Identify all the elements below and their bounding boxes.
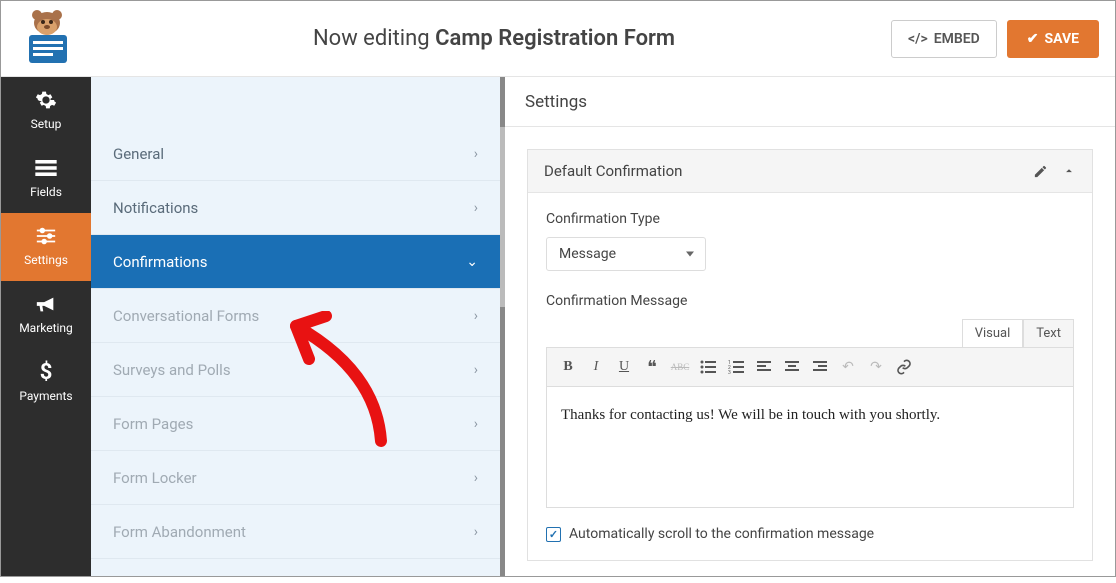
sliders-icon xyxy=(35,225,57,247)
auto-scroll-row[interactable]: ✓ Automatically scroll to the confirmati… xyxy=(546,526,1074,542)
panel-header: Default Confirmation xyxy=(528,150,1092,193)
editor-toolbar: B I U ❝ ABC 123 ↶ ↷ xyxy=(547,348,1073,387)
message-label: Confirmation Message xyxy=(546,293,1074,309)
editing-prefix: Now editing xyxy=(313,26,435,51)
sidebar-item-notifications[interactable]: Notifications › xyxy=(91,181,500,235)
chevron-right-icon: › xyxy=(474,524,478,540)
redo-button[interactable]: ↷ xyxy=(863,354,889,380)
chevron-down-icon: ⌄ xyxy=(466,254,478,270)
list-icon xyxy=(35,157,57,179)
sidebar-item-conversational-forms[interactable]: Conversational Forms › xyxy=(91,289,500,343)
message-editor: B I U ❝ ABC 123 ↶ ↷ xyxy=(546,347,1074,508)
nav-settings[interactable]: Settings xyxy=(1,213,91,281)
chevron-right-icon: › xyxy=(474,416,478,432)
ul-button[interactable] xyxy=(695,354,721,380)
link-button[interactable] xyxy=(891,354,917,380)
align-left-button[interactable] xyxy=(751,354,777,380)
code-icon: </> xyxy=(908,31,928,47)
align-center-button[interactable] xyxy=(779,354,805,380)
auto-scroll-checkbox[interactable]: ✓ xyxy=(546,527,561,542)
confirmation-panel: Default Confirmation Confirmation Type M… xyxy=(527,149,1093,561)
message-content[interactable]: Thanks for contacting us! We will be in … xyxy=(547,387,1073,507)
wpforms-logo xyxy=(17,9,77,69)
sidebar-item-confirmations[interactable]: Confirmations ⌄ xyxy=(91,235,500,289)
nav-fields[interactable]: Fields xyxy=(1,145,91,213)
main-content: Settings Default Confirmation Confirmati… xyxy=(505,77,1115,576)
left-nav: Setup Fields Settings Marketing $ Paymen… xyxy=(1,77,91,576)
form-name: Camp Registration Form xyxy=(435,26,675,51)
abc-button[interactable]: ABC xyxy=(667,354,693,380)
confirmation-type-select[interactable]: Message xyxy=(546,237,706,271)
ol-button[interactable]: 123 xyxy=(723,354,749,380)
svg-text:3: 3 xyxy=(728,370,731,374)
chevron-right-icon: › xyxy=(474,308,478,324)
sidebar-item-form-abandonment[interactable]: Form Abandonment › xyxy=(91,505,500,559)
chevron-right-icon: › xyxy=(474,362,478,378)
dollar-icon: $ xyxy=(35,361,57,383)
nav-marketing[interactable]: Marketing xyxy=(1,281,91,349)
bold-button[interactable]: B xyxy=(555,354,581,380)
gear-icon xyxy=(35,89,57,111)
italic-button[interactable]: I xyxy=(583,354,609,380)
chevron-right-icon: › xyxy=(474,470,478,486)
edit-icon[interactable] xyxy=(1033,164,1048,179)
sidebar-item-general[interactable]: General › xyxy=(91,127,500,181)
chevron-right-icon: › xyxy=(474,200,478,216)
type-label: Confirmation Type xyxy=(546,211,1074,227)
nav-payments[interactable]: $ Payments xyxy=(1,349,91,417)
align-right-button[interactable] xyxy=(807,354,833,380)
embed-button[interactable]: </> EMBED xyxy=(891,20,997,58)
main-heading: Settings xyxy=(505,77,1115,127)
settings-sidebar: General › Notifications › Confirmations … xyxy=(91,77,505,576)
auto-scroll-label: Automatically scroll to the confirmation… xyxy=(569,526,874,542)
collapse-icon[interactable] xyxy=(1062,164,1076,178)
sidebar-item-form-locker[interactable]: Form Locker › xyxy=(91,451,500,505)
editor-tab-text[interactable]: Text xyxy=(1023,319,1074,347)
top-bar: Now editing Camp Registration Form </> E… xyxy=(1,1,1115,77)
check-icon: ✔ xyxy=(1027,31,1039,47)
undo-button[interactable]: ↶ xyxy=(835,354,861,380)
sidebar-item-surveys-polls[interactable]: Surveys and Polls › xyxy=(91,343,500,397)
quote-button[interactable]: ❝ xyxy=(639,354,665,380)
save-button[interactable]: ✔ SAVE xyxy=(1007,20,1099,58)
nav-setup[interactable]: Setup xyxy=(1,77,91,145)
scrollbar[interactable] xyxy=(500,127,505,307)
underline-button[interactable]: U xyxy=(611,354,637,380)
panel-title: Default Confirmation xyxy=(544,162,1019,180)
page-title: Now editing Camp Registration Form xyxy=(97,26,891,51)
editor-tab-visual[interactable]: Visual xyxy=(962,319,1024,347)
bullhorn-icon xyxy=(35,293,57,315)
sidebar-item-form-pages[interactable]: Form Pages › xyxy=(91,397,500,451)
chevron-right-icon: › xyxy=(474,146,478,162)
